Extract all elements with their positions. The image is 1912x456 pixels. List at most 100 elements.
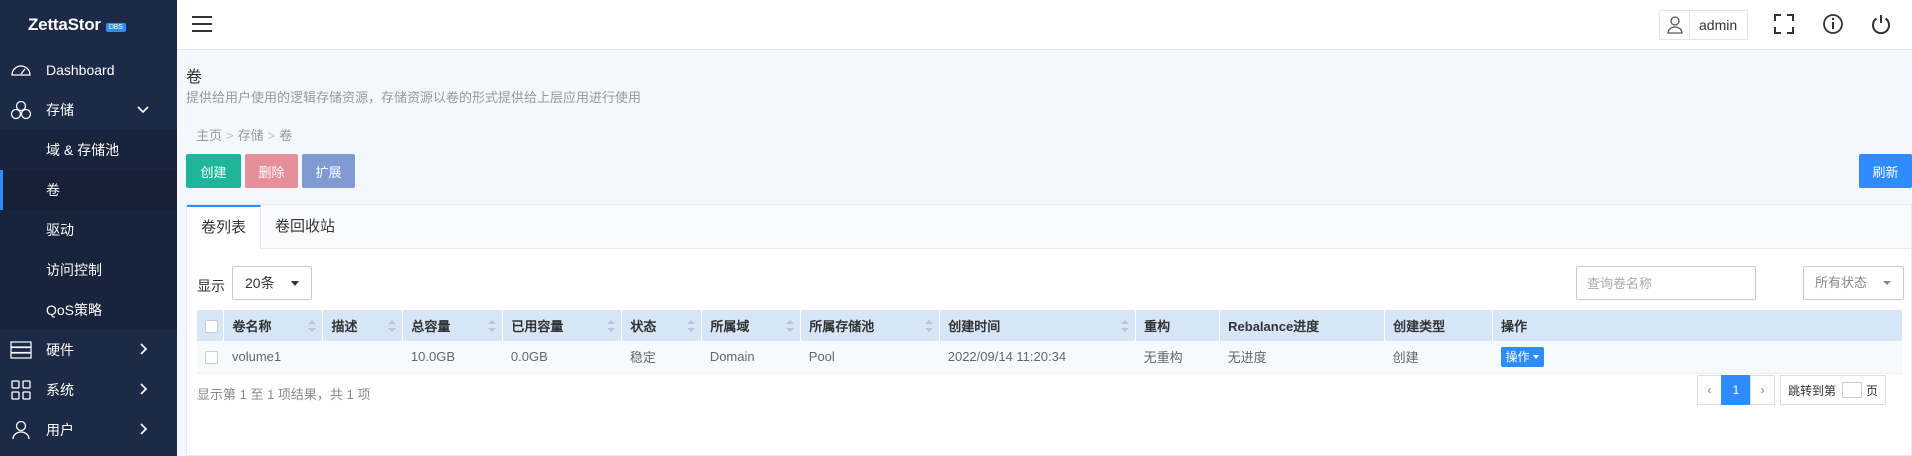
volume-name-link[interactable]: volume1 (223, 341, 323, 374)
volume-used: 0.0GB (502, 341, 622, 374)
select-all-cell (197, 310, 225, 341)
column-header-total[interactable]: 总容量 (402, 310, 504, 341)
caret-down-icon (1532, 354, 1539, 359)
breadcrumb: 主页 > 存储 > 卷 (196, 125, 292, 144)
username: admin (1699, 17, 1738, 33)
sort-icon (488, 320, 497, 332)
sidebar-item-storage[interactable]: 存储 (0, 90, 177, 130)
status-filter-select[interactable]: 所有状态 (1803, 266, 1904, 300)
menu-toggle-icon[interactable] (191, 14, 213, 37)
breadcrumb-separator: > (226, 128, 234, 143)
column-header-rebuild: 重构 (1135, 310, 1221, 341)
info-icon[interactable] (1822, 13, 1844, 38)
action-label: 操作 (1505, 350, 1530, 365)
edition-badge: DBS (105, 22, 126, 32)
sort-icon (388, 320, 397, 332)
column-header-domain[interactable]: 所属域 (701, 310, 802, 341)
column-header-used[interactable]: 已用容量 (502, 310, 623, 341)
breadcrumb-storage[interactable]: 存储 (238, 128, 264, 143)
sidebar-item-label: 访问控制 (46, 262, 102, 278)
sidebar-item-label: 域 & 存储池 (46, 142, 120, 158)
sidebar-item-domain-pool[interactable]: 域 & 存储池 (0, 130, 177, 170)
jump-label: 跳转到第 (1788, 383, 1837, 398)
select-all-checkbox[interactable] (205, 320, 218, 334)
row-checkbox[interactable] (205, 351, 218, 365)
breadcrumb-separator: > (267, 128, 276, 143)
caret-down-icon (1883, 281, 1891, 285)
volume-table: 卷名称 描述 总容量 已用容量 状态 所属域 所属存储池 创建时间 重构 Reb… (197, 310, 1903, 374)
tab-bar: 卷列表 卷回收站 (187, 205, 1911, 250)
sidebar-item-hardware[interactable]: 硬件 (0, 330, 177, 370)
top-bar: admin (177, 0, 1912, 50)
volume-total: 10.0GB (402, 341, 503, 374)
power-icon[interactable] (1870, 13, 1892, 38)
jump-suffix: 页 (1866, 383, 1879, 398)
column-header-description[interactable]: 描述 (322, 310, 404, 341)
sort-icon (607, 320, 616, 332)
extend-button[interactable]: 扩展 (302, 154, 355, 188)
dashboard-icon (10, 59, 32, 81)
volume-domain-link[interactable]: Domain (701, 341, 801, 374)
prev-page-button[interactable]: ‹ (1697, 375, 1722, 405)
volume-created: 2022/09/14 11:20:34 (939, 341, 1136, 374)
jump-page-input[interactable] (1842, 382, 1863, 398)
volume-rebuild: 无重构 (1135, 341, 1220, 374)
column-header-rebalance: Rebalance进度 (1219, 310, 1386, 341)
tab-volume-list[interactable]: 卷列表 (187, 205, 262, 250)
sidebar-item-access-control[interactable]: 访问控制 (0, 250, 177, 290)
volume-search-input[interactable] (1576, 266, 1756, 300)
server-icon (10, 339, 32, 361)
user-menu[interactable]: admin (1659, 10, 1748, 40)
chevron-right-icon (139, 422, 149, 438)
column-header-created[interactable]: 创建时间 (939, 310, 1137, 341)
page-size-select[interactable]: 20条 (232, 266, 312, 300)
volume-action-cell: 操作 (1492, 341, 1903, 374)
volume-rebalance: 无进度 (1219, 341, 1385, 374)
user-icon (1660, 11, 1690, 39)
chevron-right-icon (139, 382, 149, 398)
sidebar-item-label: 驱动 (46, 222, 74, 238)
volume-status: 稳定 (621, 341, 702, 374)
sidebar-item-label: Dashboard (46, 62, 115, 78)
sort-icon (786, 320, 795, 332)
pagination-summary: 显示第 1 至 1 项结果，共 1 项 (197, 387, 371, 402)
logo-text: ZettaStor (28, 15, 101, 34)
breadcrumb-home[interactable]: 主页 (196, 128, 222, 143)
tab-volume-recycle-bin[interactable]: 卷回收站 (261, 205, 349, 249)
main-content: 卷 提供给用户使用的逻辑存储资源，存储资源以卷的形式提供给上层应用进行使用 主页… (177, 50, 1912, 456)
page-button-current[interactable]: 1 (1721, 375, 1751, 405)
volume-description (322, 341, 403, 374)
delete-button[interactable]: 删除 (245, 154, 298, 188)
next-page-button[interactable]: › (1750, 375, 1775, 405)
sidebar-item-label: 用户 (46, 422, 74, 438)
storage-icon (10, 99, 32, 121)
logo[interactable]: ZettaStor DBS (0, 0, 177, 50)
table-row[interactable]: volume1 10.0GB 0.0GB 稳定 Domain Pool 2022… (197, 341, 1903, 374)
volume-create-type: 创建 (1384, 341, 1493, 374)
sort-icon (687, 320, 696, 332)
pagination: ‹ 1 › 跳转到第 页 (1697, 375, 1887, 405)
sidebar-item-qos[interactable]: QoS策略 (0, 290, 177, 330)
volume-panel: 卷列表 卷回收站 显示 20条 所有状态 卷名称 描述 总容量 已用容量 (186, 204, 1912, 456)
chevron-right-icon (139, 342, 149, 358)
grid-icon (10, 379, 32, 401)
sidebar-item-volume[interactable]: 卷 (0, 170, 177, 210)
column-header-pool[interactable]: 所属存储池 (800, 310, 941, 341)
sidebar: ZettaStor DBS Dashboard 存储 域 & 存储池 卷 驱动 … (0, 0, 177, 456)
volume-pool-link[interactable]: Pool (800, 341, 940, 374)
column-header-name[interactable]: 卷名称 (223, 310, 324, 341)
sidebar-item-driver[interactable]: 驱动 (0, 210, 177, 250)
page-description: 提供给用户使用的逻辑存储资源，存储资源以卷的形式提供给上层应用进行使用 (186, 90, 642, 105)
sort-icon (308, 320, 317, 332)
page-title: 卷 (186, 69, 203, 86)
column-header-create-type: 创建类型 (1384, 310, 1494, 341)
create-button[interactable]: 创建 (186, 154, 241, 188)
table-header-row: 卷名称 描述 总容量 已用容量 状态 所属域 所属存储池 创建时间 重构 Reb… (197, 310, 1903, 341)
refresh-button[interactable]: 刷新 (1859, 154, 1912, 188)
fullscreen-icon[interactable] (1773, 13, 1795, 38)
sidebar-item-dashboard[interactable]: Dashboard (0, 50, 177, 90)
action-dropdown-button[interactable]: 操作 (1500, 346, 1544, 367)
sidebar-item-system[interactable]: 系统 (0, 370, 177, 410)
column-header-status[interactable]: 状态 (621, 310, 703, 341)
sidebar-item-user[interactable]: 用户 (0, 410, 177, 450)
